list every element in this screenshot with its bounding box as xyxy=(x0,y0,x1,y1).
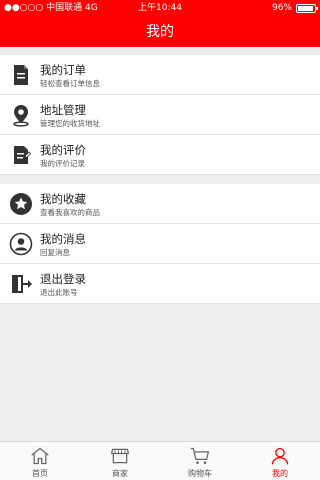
tab-home[interactable]: 首页 xyxy=(0,442,80,480)
profile-icon xyxy=(271,447,289,465)
home-icon xyxy=(31,447,49,465)
tab-store[interactable]: 商家 xyxy=(80,442,160,480)
order-icon xyxy=(14,65,28,85)
battery-icon xyxy=(296,4,318,13)
menu-item-address[interactable]: 地址管理 管理您的收货地址 xyxy=(0,95,320,135)
menu-item-sub: 轻松查看订单信息 xyxy=(40,79,100,88)
battery-percent: 96% xyxy=(271,3,292,13)
tab-cart[interactable]: 购物车 xyxy=(160,442,240,480)
logout-icon xyxy=(12,275,32,293)
menu-item-label: 地址管理 xyxy=(40,103,86,117)
menu-item-favorites[interactable]: 我的收藏 查看我喜欢的商品 xyxy=(0,184,320,224)
cart-icon xyxy=(190,447,210,464)
menu-item-sub: 管理您的收货地址 xyxy=(40,119,100,128)
tab-profile[interactable]: 我的 xyxy=(240,442,320,480)
menu-item-logout[interactable]: 退出登录 退出此账号 xyxy=(0,264,320,304)
menu-group-account: 我的订单 轻松查看订单信息 地址管理 管理您的收货地址 我的评价 我的评价记录 xyxy=(0,55,320,175)
menu-item-label: 退出登录 xyxy=(40,272,86,286)
status-bar: ●●○○○ 中国联通 4G 上午10:44 96% xyxy=(0,0,320,17)
menu-item-sub: 查看我喜欢的商品 xyxy=(40,208,100,217)
location-pin-icon xyxy=(13,105,29,127)
tab-label: 我的 xyxy=(272,469,288,478)
menu-item-label: 我的收藏 xyxy=(40,192,86,206)
page-title: 我的 xyxy=(146,24,174,40)
store-icon xyxy=(110,448,130,464)
review-icon xyxy=(14,146,32,164)
menu-item-sub: 退出此账号 xyxy=(40,288,78,297)
tab-label: 商家 xyxy=(112,469,128,478)
tab-label: 首页 xyxy=(32,469,48,478)
battery-status: 96% xyxy=(271,0,318,17)
star-icon xyxy=(10,193,32,215)
menu-item-label: 我的订单 xyxy=(40,63,86,77)
menu-item-sub: 我的评价记录 xyxy=(40,159,85,168)
user-message-icon xyxy=(9,232,33,256)
menu-item-label: 我的评价 xyxy=(40,143,86,157)
menu-item-label: 我的消息 xyxy=(40,232,86,246)
tab-bar: 首页 商家 购物车 我的 xyxy=(0,441,320,480)
menu-group-more: 我的收藏 查看我喜欢的商品 我的消息 回复消息 退出登录 退出此账号 xyxy=(0,184,320,304)
menu-item-reviews[interactable]: 我的评价 我的评价记录 xyxy=(0,135,320,175)
top-bar: ●●○○○ 中国联通 4G 上午10:44 96% 我的 xyxy=(0,0,320,47)
menu-item-orders[interactable]: 我的订单 轻松查看订单信息 xyxy=(0,55,320,95)
menu-item-sub: 回复消息 xyxy=(40,248,70,257)
menu-item-messages[interactable]: 我的消息 回复消息 xyxy=(0,224,320,264)
tab-label: 购物车 xyxy=(188,469,212,478)
